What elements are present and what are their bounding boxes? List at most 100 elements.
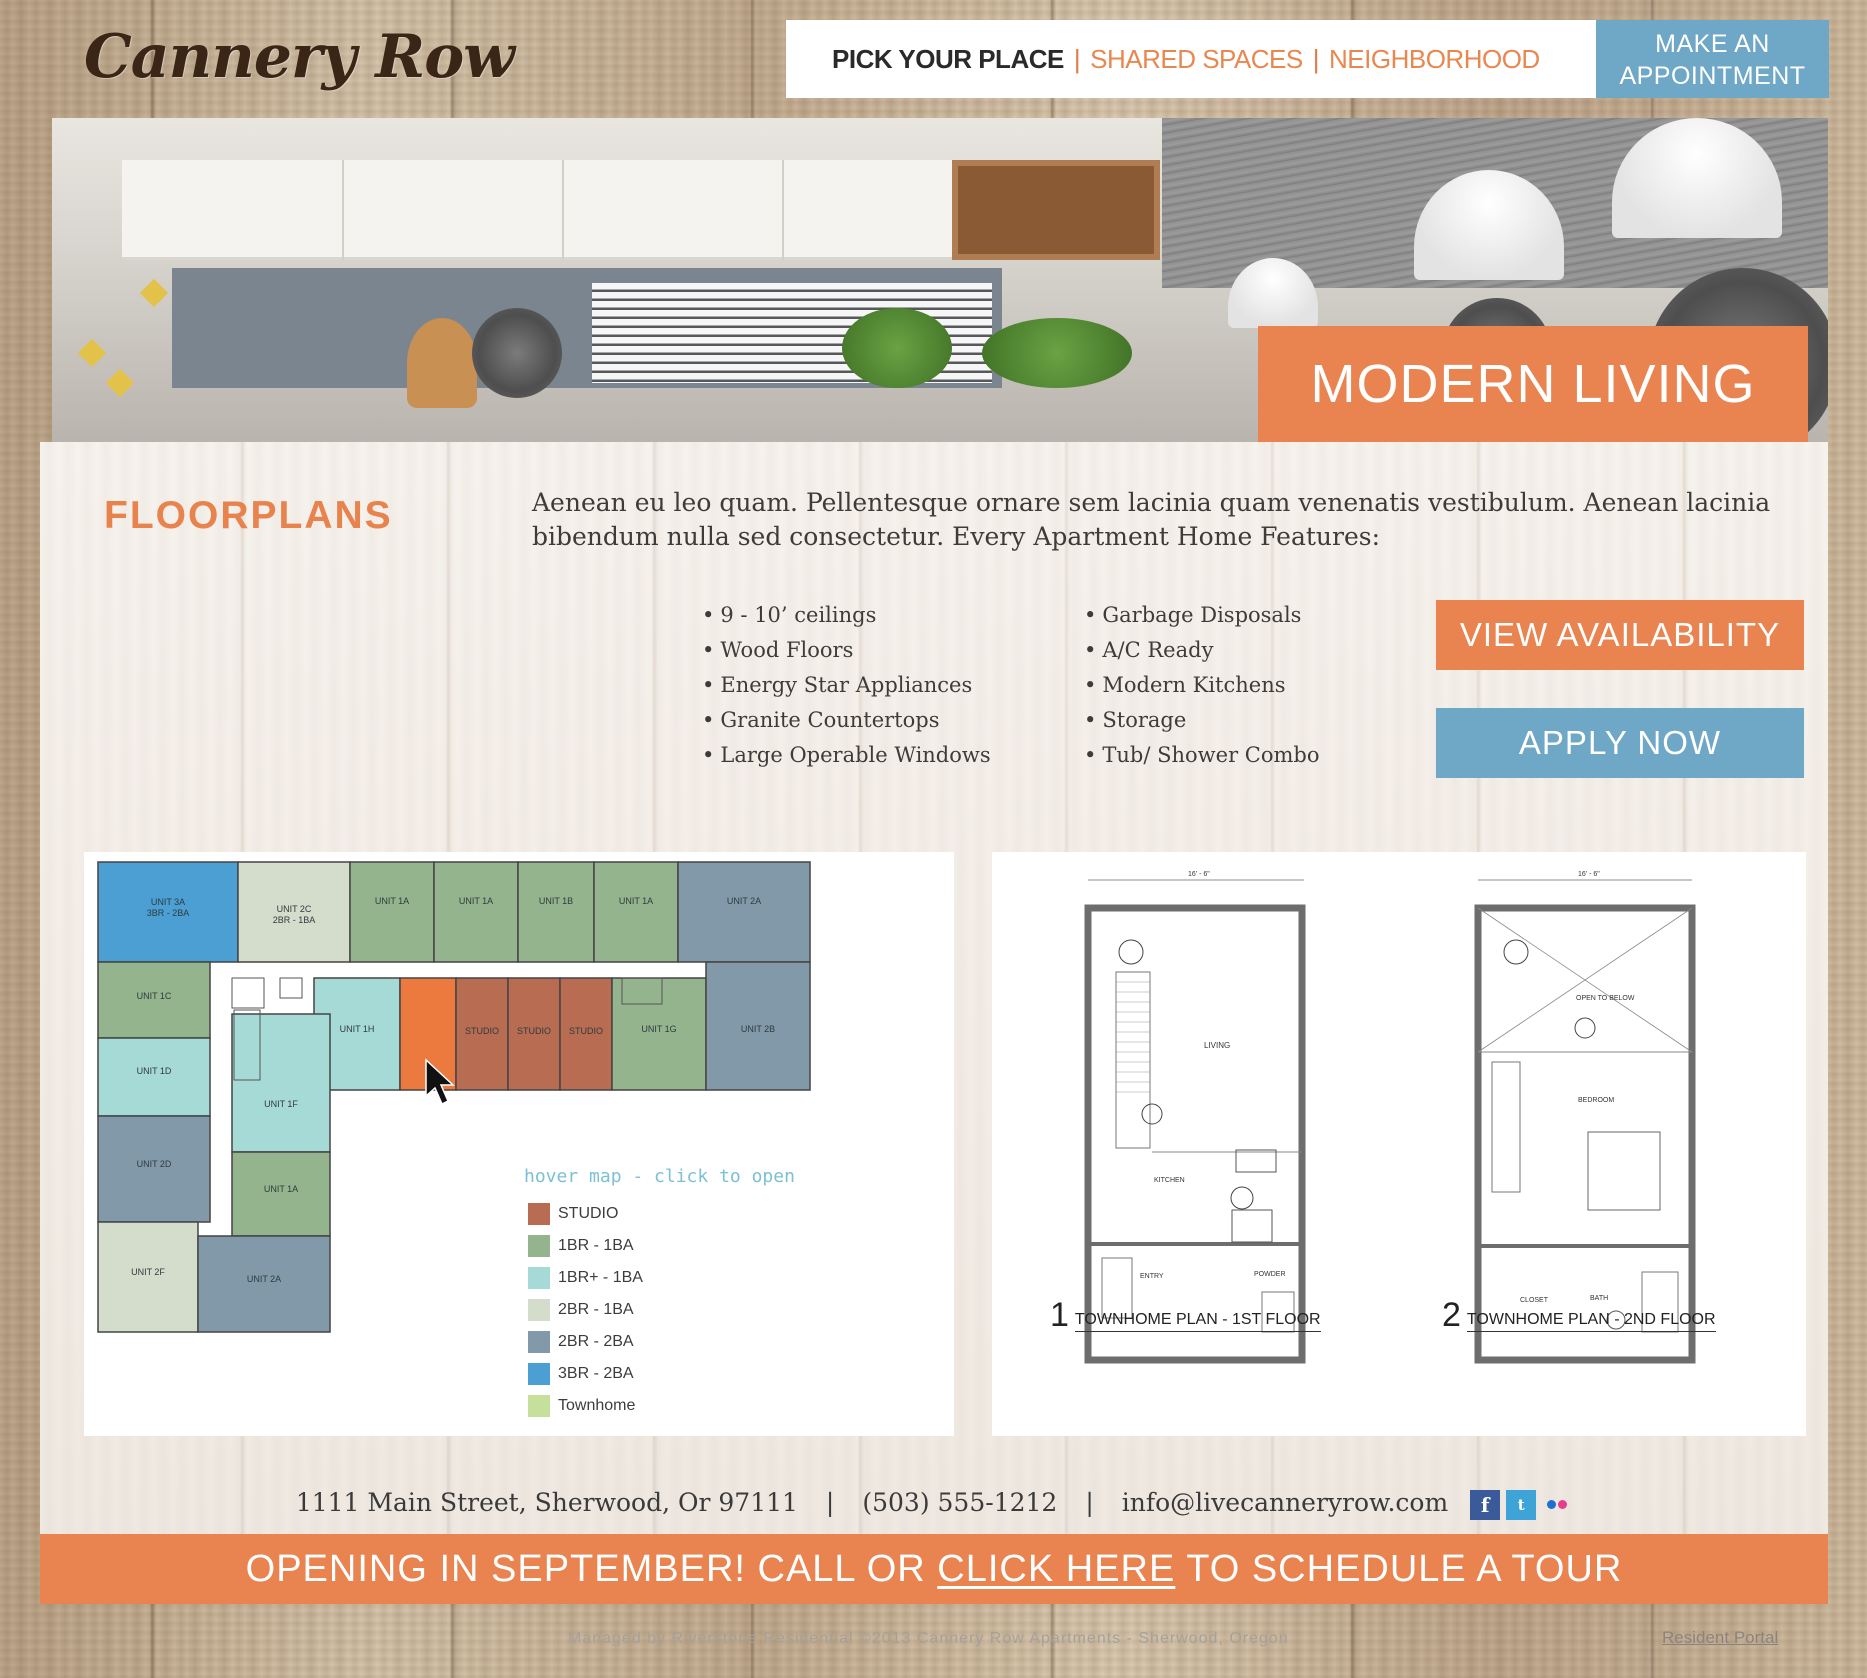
banner-text-end: TO SCHEDULE A TOUR: [1175, 1548, 1623, 1590]
intro-paragraph: Aenean eu leo quam. Pellentesque ornare …: [532, 488, 1771, 551]
feature-item: Modern Kitchens: [1084, 668, 1320, 703]
nav-shared-spaces[interactable]: SHARED SPACES: [1090, 44, 1303, 75]
hero-plant: [982, 318, 1132, 388]
unit-type: 3BR - 2BA: [147, 908, 190, 918]
legend-label: 1BR+ - 1BA: [558, 1269, 643, 1286]
unit-1a[interactable]: [231, 1151, 331, 1237]
unit-1a[interactable]: [433, 861, 519, 963]
features-list-left: 9 - 10’ ceilings Wood Floors Energy Star…: [702, 598, 991, 773]
legend-item: 1BR - 1BA: [528, 1230, 643, 1262]
legend-swatch: [528, 1395, 550, 1417]
footer-credit: Managed by Riverstone Residential ©2013 …: [568, 1630, 1289, 1647]
appointment-label-line1: MAKE AN: [1655, 30, 1770, 58]
unit-2f[interactable]: [97, 1221, 199, 1333]
twitter-icon[interactable]: t: [1506, 1489, 1537, 1520]
section-title: FLOORPLANS: [104, 494, 393, 537]
unit-label: UNIT 1B: [539, 896, 573, 906]
unit-1g[interactable]: [611, 977, 707, 1091]
plan-2-title: 2 TOWNHOME PLAN - 2ND FLOOR: [1442, 1298, 1716, 1332]
plan-1-title: 1 TOWNHOME PLAN - 1ST FLOOR: [1050, 1298, 1321, 1332]
unit-2d[interactable]: [97, 1115, 211, 1223]
hero-plant: [842, 308, 952, 388]
unit-1a[interactable]: [593, 861, 679, 963]
contact-separator: |: [1085, 1488, 1094, 1517]
feature-item: Wood Floors: [702, 633, 991, 668]
hero-wall-decor: [139, 278, 169, 308]
nav-separator: |: [1312, 43, 1320, 74]
nav-neighborhood[interactable]: NEIGHBORHOOD: [1329, 44, 1540, 75]
legend-label: 2BR - 1BA: [558, 1301, 634, 1318]
unit-label: UNIT 2C: [277, 904, 312, 914]
unit-label: UNIT 1A: [264, 1184, 298, 1194]
unit-label: STUDIO: [569, 1026, 603, 1036]
phone-link[interactable]: (503) 555-1212: [862, 1488, 1057, 1517]
unit-label: UNIT 2A: [247, 1274, 281, 1284]
unit-label: UNIT 1D: [137, 1066, 172, 1076]
hero-wall-decor: [105, 368, 135, 398]
legend-label: 2BR - 2BA: [558, 1333, 634, 1350]
unit-label: UNIT 1G: [641, 1024, 676, 1034]
features-list-right: Garbage Disposals A/C Ready Modern Kitch…: [1084, 598, 1320, 773]
legend-label: Townhome: [558, 1397, 636, 1414]
flickr-icon[interactable]: [1542, 1490, 1572, 1520]
unit-label: UNIT 2F: [131, 1267, 165, 1277]
plan-2-drawing: 16' - 6" OPEN TO BELOW BEDROOM BATH CLOS…: [1474, 871, 1696, 1364]
feature-item: 9 - 10’ ceilings: [702, 598, 991, 633]
social-links: f t: [1470, 1489, 1572, 1520]
unit-1a[interactable]: [349, 861, 435, 963]
svg-text:ENTRY: ENTRY: [1140, 1273, 1164, 1280]
hero-cabinets: [122, 160, 1002, 260]
svg-text:16' - 6": 16' - 6": [1188, 871, 1210, 878]
click-here-link[interactable]: CLICK HERE: [937, 1548, 1175, 1590]
logo[interactable]: Cannery Row: [84, 22, 515, 92]
plan-2-number: 2: [1442, 1296, 1461, 1334]
email-link[interactable]: info@livecanneryrow.com: [1122, 1488, 1448, 1517]
svg-text:LIVING: LIVING: [1204, 1041, 1230, 1050]
townhome-plan-drawings: 16' - 6" LIVING KITCHEN ENTRY POWDER 16'…: [1084, 871, 1696, 1364]
svg-text:16' - 6": 16' - 6": [1578, 871, 1600, 878]
feature-item: Storage: [1084, 703, 1320, 738]
svg-text:KITCHEN: KITCHEN: [1154, 1177, 1185, 1184]
appointment-label-line2: APPOINTMENT: [1619, 62, 1806, 90]
legend-item: STUDIO: [528, 1198, 643, 1230]
resident-portal-link[interactable]: Resident Portal: [1662, 1628, 1778, 1648]
legend-label: 3BR - 2BA: [558, 1365, 634, 1382]
legend-item: 1BR+ - 1BA: [528, 1262, 643, 1294]
plan-2-label: TOWNHOME PLAN - 2ND FLOOR: [1466, 1311, 1716, 1332]
unit-label: UNIT 1F: [264, 1099, 298, 1109]
feature-item: A/C Ready: [1084, 633, 1320, 668]
view-availability-button[interactable]: VIEW AVAILABILITY: [1436, 600, 1804, 670]
address-text: 1111 Main Street, Sherwood, Or 97111: [295, 1488, 798, 1517]
make-appointment-button[interactable]: MAKE AN APPOINTMENT: [1596, 20, 1829, 98]
legend-item: 3BR - 2BA: [528, 1358, 643, 1390]
unit-label: UNIT 2B: [741, 1024, 775, 1034]
stair-core: [279, 977, 303, 999]
unit-2a[interactable]: [677, 861, 811, 963]
unit-1d[interactable]: [97, 1037, 211, 1117]
stair-core: [231, 977, 265, 1009]
legend-swatch: [528, 1203, 550, 1225]
unit-label: UNIT 2D: [137, 1159, 172, 1169]
contact-separator: |: [825, 1488, 835, 1517]
unit-label: UNIT 3A: [151, 897, 185, 907]
svg-text:OPEN TO BELOW: OPEN TO BELOW: [1576, 995, 1635, 1002]
tour-banner: OPENING IN SEPTEMBER! CALL OR CLICK HERE…: [40, 1534, 1828, 1604]
nav-pick-your-place[interactable]: PICK YOUR PLACE: [832, 44, 1064, 75]
legend-item: 2BR - 1BA: [528, 1294, 643, 1326]
map-hint: hover map - click to open: [524, 1166, 795, 1187]
apply-now-button[interactable]: APPLY NOW: [1436, 708, 1804, 778]
townhome-plans[interactable]: 16' - 6" LIVING KITCHEN ENTRY POWDER 16'…: [992, 852, 1806, 1436]
unit-2a[interactable]: [197, 1235, 331, 1333]
feature-item: Energy Star Appliances: [702, 668, 991, 703]
svg-text:BEDROOM: BEDROOM: [1578, 1097, 1614, 1104]
unit-1b[interactable]: [517, 861, 595, 963]
legend-swatch: [528, 1331, 550, 1353]
site-map-drawing: UNIT 3A 3BR - 2BA UNIT 2C 2BR - 1BA UNIT…: [97, 861, 811, 1333]
unit-1f[interactable]: [231, 1013, 331, 1153]
plan-1-drawing: 16' - 6" LIVING KITCHEN ENTRY POWDER: [1084, 871, 1306, 1364]
legend-label: 1BR - 1BA: [558, 1237, 634, 1254]
site-map: UNIT 3A 3BR - 2BA UNIT 2C 2BR - 1BA UNIT…: [84, 852, 954, 1436]
unit-label: UNIT 2A: [727, 896, 761, 906]
facebook-icon[interactable]: f: [1470, 1489, 1501, 1520]
feature-item: Tub/ Shower Combo: [1084, 738, 1319, 773]
